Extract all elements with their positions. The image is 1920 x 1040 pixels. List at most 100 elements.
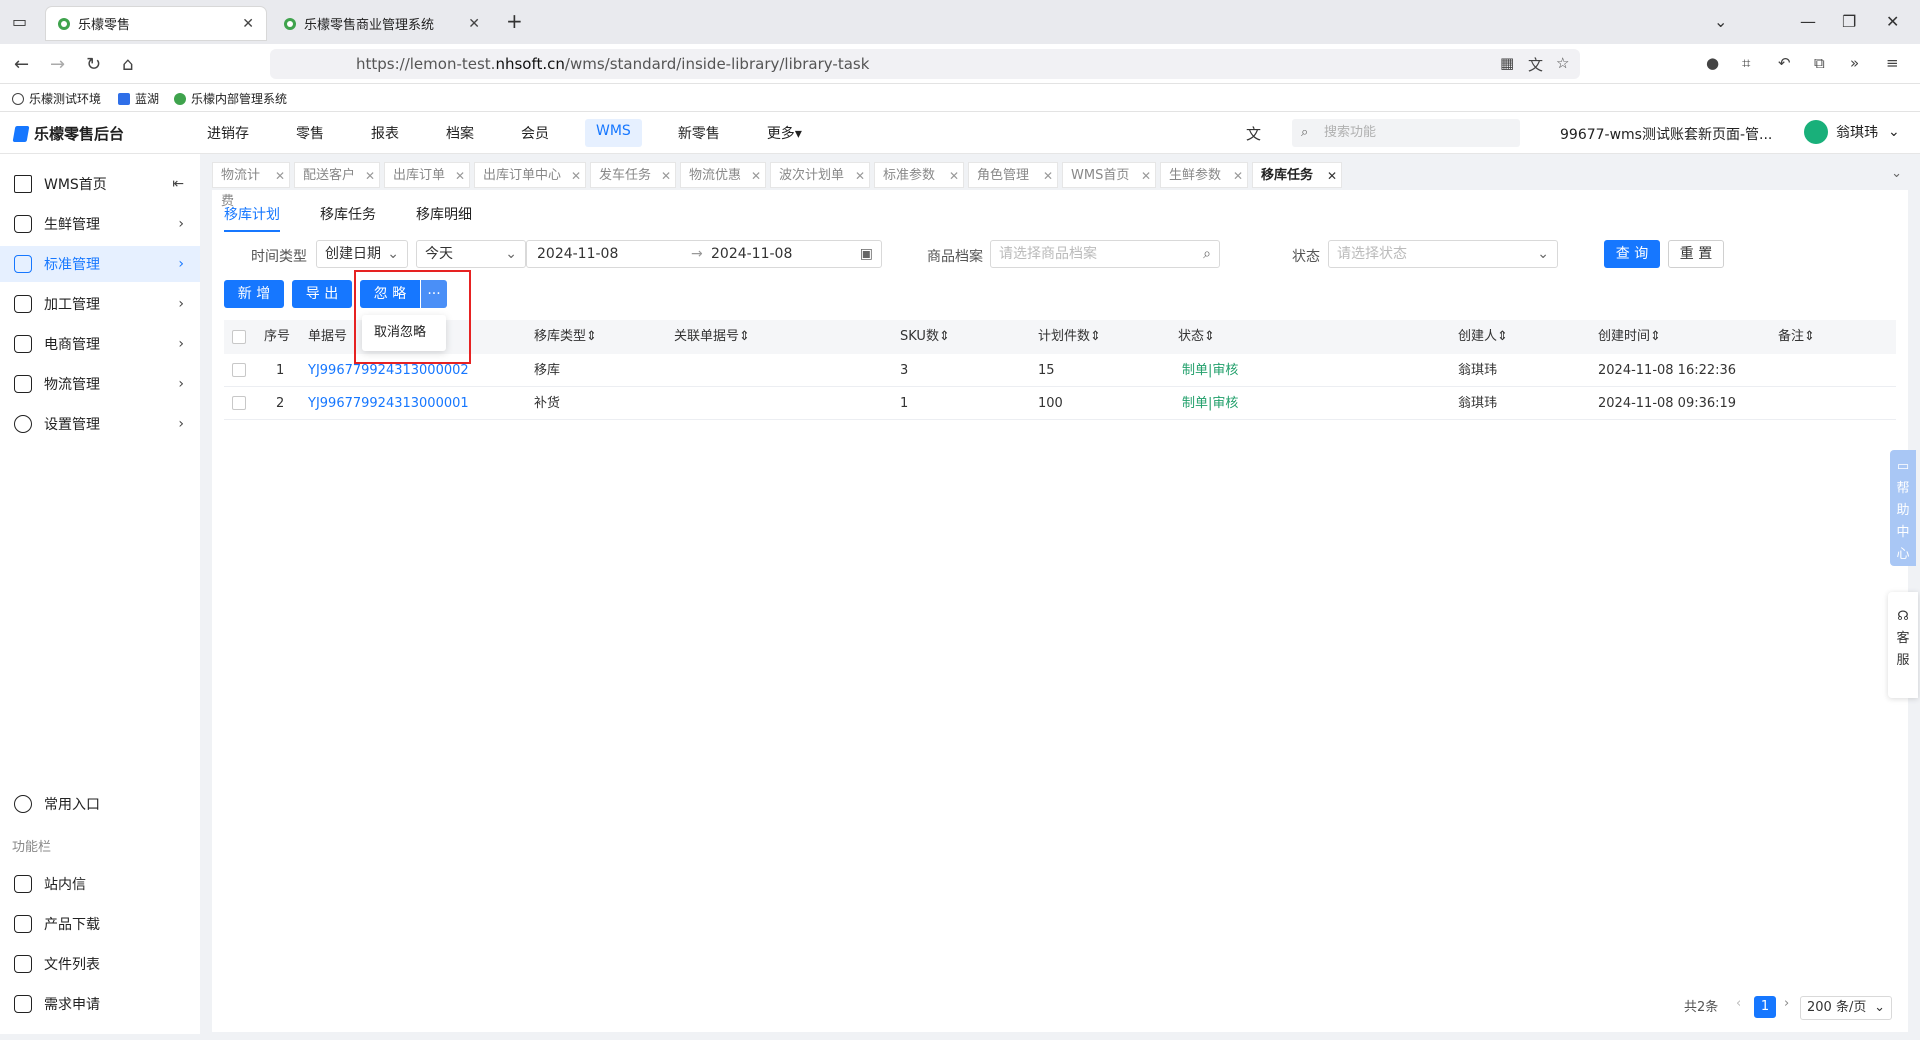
sidebar-item-standard[interactable]: 标准管理 ›	[0, 246, 200, 282]
browser-tab[interactable]: 乐檬零售商业管理系统 ✕	[272, 7, 492, 40]
user-menu[interactable]: 翁琪玮 ⌄	[1804, 120, 1900, 144]
col-status[interactable]: 状态⇕	[1178, 320, 1215, 354]
tag-item[interactable]: WMS首页 ✕	[1062, 162, 1156, 188]
forward-icon[interactable]: →	[50, 54, 65, 75]
nav-lingshou[interactable]: 零售	[285, 119, 335, 147]
status-select[interactable]: 请选择状态 ⌄	[1328, 240, 1558, 268]
add-button[interactable]: 新 增	[224, 280, 284, 308]
sidebar-func-files[interactable]: 文件列表	[0, 946, 200, 982]
bookmark-item[interactable]: 蓝湖	[118, 90, 159, 107]
col-qty[interactable]: 计划件数⇕	[1038, 320, 1101, 354]
qr-icon[interactable]: ▦	[1500, 54, 1514, 72]
sidebar-item-processing[interactable]: 加工管理 ›	[0, 286, 200, 322]
close-icon[interactable]: ✕	[571, 163, 581, 189]
next-page-icon[interactable]: ›	[1784, 996, 1789, 1011]
star-icon[interactable]: ☆	[1556, 54, 1569, 72]
close-icon[interactable]: ✕	[1141, 163, 1151, 189]
nav-jinxiaocun[interactable]: 进销存	[196, 119, 260, 147]
tag-item[interactable]: 标准参数 ✕	[874, 162, 964, 188]
page-1-button[interactable]: 1	[1754, 996, 1776, 1018]
close-icon[interactable]: ✕	[661, 163, 671, 189]
nav-more[interactable]: 更多▾	[756, 119, 813, 147]
time-type-select[interactable]: 创建日期 ⌄	[316, 240, 408, 268]
translate-icon[interactable]: 文	[1528, 54, 1543, 75]
sidebar-func-messages[interactable]: 站内信	[0, 866, 200, 902]
help-center-tab[interactable]: ▭ 帮助中心	[1890, 450, 1916, 566]
back-icon[interactable]: ←	[14, 54, 29, 75]
close-icon[interactable]: ✕	[1327, 163, 1337, 189]
close-window-icon[interactable]: ✕	[1886, 12, 1899, 31]
cell-doc-link[interactable]: YJ996779924313000001	[308, 387, 469, 420]
tab-move-plan[interactable]: 移库计划	[224, 204, 280, 232]
bookmark-item[interactable]: 乐檬内部管理系统	[174, 90, 287, 107]
tab-move-detail[interactable]: 移库明细	[416, 204, 472, 232]
bookmark-item[interactable]: 乐檬测试环境	[12, 90, 101, 107]
tag-item-active[interactable]: 移库任务 ✕	[1252, 162, 1342, 188]
home-icon[interactable]: ⌂	[122, 54, 133, 75]
nav-wms[interactable]: WMS	[585, 119, 642, 147]
language-icon[interactable]: 文	[1246, 123, 1261, 144]
close-icon[interactable]: ✕	[949, 163, 959, 189]
reload-icon[interactable]: ↻	[86, 54, 101, 75]
col-time[interactable]: 创建时间⇕	[1598, 320, 1661, 354]
col-doc[interactable]: 单据号	[308, 320, 347, 354]
collapse-sidebar-icon[interactable]: ⇤	[172, 176, 184, 192]
common-entry[interactable]: 常用入口	[0, 786, 200, 822]
row-checkbox[interactable]	[232, 396, 246, 410]
sidebar-func-request[interactable]: 需求申请	[0, 986, 200, 1022]
close-icon[interactable]: ✕	[855, 163, 865, 189]
col-type[interactable]: 移库类型⇕	[534, 320, 597, 354]
tag-item[interactable]: 生鲜参数 ✕	[1160, 162, 1248, 188]
date-end[interactable]: 2024-11-08	[711, 241, 792, 267]
tag-item[interactable]: 物流计费 ✕	[212, 162, 290, 209]
nav-xinlingshou[interactable]: 新零售	[667, 119, 731, 147]
col-creator[interactable]: 创建人⇕	[1458, 320, 1508, 354]
crop-icon[interactable]: ⌗	[1742, 54, 1750, 72]
close-icon[interactable]: ✕	[1043, 163, 1053, 189]
query-button[interactable]: 查 询	[1604, 240, 1660, 268]
tab-move-task[interactable]: 移库任务	[320, 204, 376, 232]
table-row[interactable]: 1 YJ996779924313000002 移库 3 15 制单|审核 翁琪玮…	[224, 354, 1896, 387]
table-row[interactable]: 2 YJ996779924313000001 补货 1 100 制单|审核 翁琪…	[224, 387, 1896, 420]
nav-baobiao[interactable]: 报表	[360, 119, 410, 147]
goods-input[interactable]: 请选择商品档案 ⌕	[990, 240, 1220, 268]
col-note[interactable]: 备注⇕	[1778, 320, 1815, 354]
function-search-input[interactable]: ⌕ 搜索功能	[1292, 119, 1520, 147]
col-sku[interactable]: SKU数⇕	[900, 320, 950, 354]
close-icon[interactable]: ✕	[275, 163, 285, 189]
tag-item[interactable]: 出库订单中心 ✕	[474, 162, 586, 188]
close-icon[interactable]: ✕	[1233, 163, 1243, 189]
tag-item[interactable]: 出库订单 ✕	[384, 162, 470, 188]
period-select[interactable]: 今天 ⌄	[416, 240, 526, 268]
new-tab-icon[interactable]: +	[506, 9, 523, 33]
overflow-icon[interactable]: »	[1850, 54, 1859, 72]
select-all-checkbox[interactable]	[232, 330, 246, 344]
tag-item[interactable]: 发车任务 ✕	[590, 162, 676, 188]
col-related[interactable]: 关联单据号⇕	[674, 320, 750, 354]
minimize-icon[interactable]: —	[1800, 12, 1816, 31]
tab-list-icon[interactable]: ▭	[12, 12, 27, 31]
url-input[interactable]: https://lemon-test. nhsoft.cn/wms/standar…	[270, 49, 1580, 79]
tag-item[interactable]: 波次计划单 ✕	[770, 162, 870, 188]
extension-badge-icon[interactable]: ●	[1706, 54, 1719, 72]
sidebar-item-ecommerce[interactable]: 电商管理 ›	[0, 326, 200, 362]
sidebar-item-settings[interactable]: 设置管理 ›	[0, 406, 200, 442]
close-tab-icon[interactable]: ✕	[468, 16, 480, 32]
tag-item[interactable]: 物流优惠 ✕	[680, 162, 766, 188]
sidebar-func-download[interactable]: 产品下载	[0, 906, 200, 942]
reset-button[interactable]: 重 置	[1668, 240, 1724, 268]
tab-dropdown-icon[interactable]: ⌄	[1714, 12, 1727, 31]
sidebar-item-logistics[interactable]: 物流管理 ›	[0, 366, 200, 402]
nav-dangan[interactable]: 档案	[435, 119, 485, 147]
account-name[interactable]: 99677-wms测试账套新页面-管...	[1560, 124, 1772, 144]
customer-service-tab[interactable]: ☊ 客服	[1888, 592, 1918, 698]
prev-page-icon[interactable]: ‹	[1736, 996, 1741, 1011]
browser-tab-active[interactable]: 乐檬零售 ✕	[46, 7, 266, 40]
menu-icon[interactable]: ≡	[1886, 54, 1899, 72]
export-button[interactable]: 导 出	[292, 280, 352, 308]
restore-icon[interactable]: ❐	[1842, 12, 1856, 31]
close-tab-icon[interactable]: ✕	[242, 16, 254, 32]
row-checkbox[interactable]	[232, 363, 246, 377]
undo-icon[interactable]: ↶	[1778, 54, 1791, 72]
sidebar-item-wms-home[interactable]: WMS首页 ⇤	[0, 166, 200, 202]
